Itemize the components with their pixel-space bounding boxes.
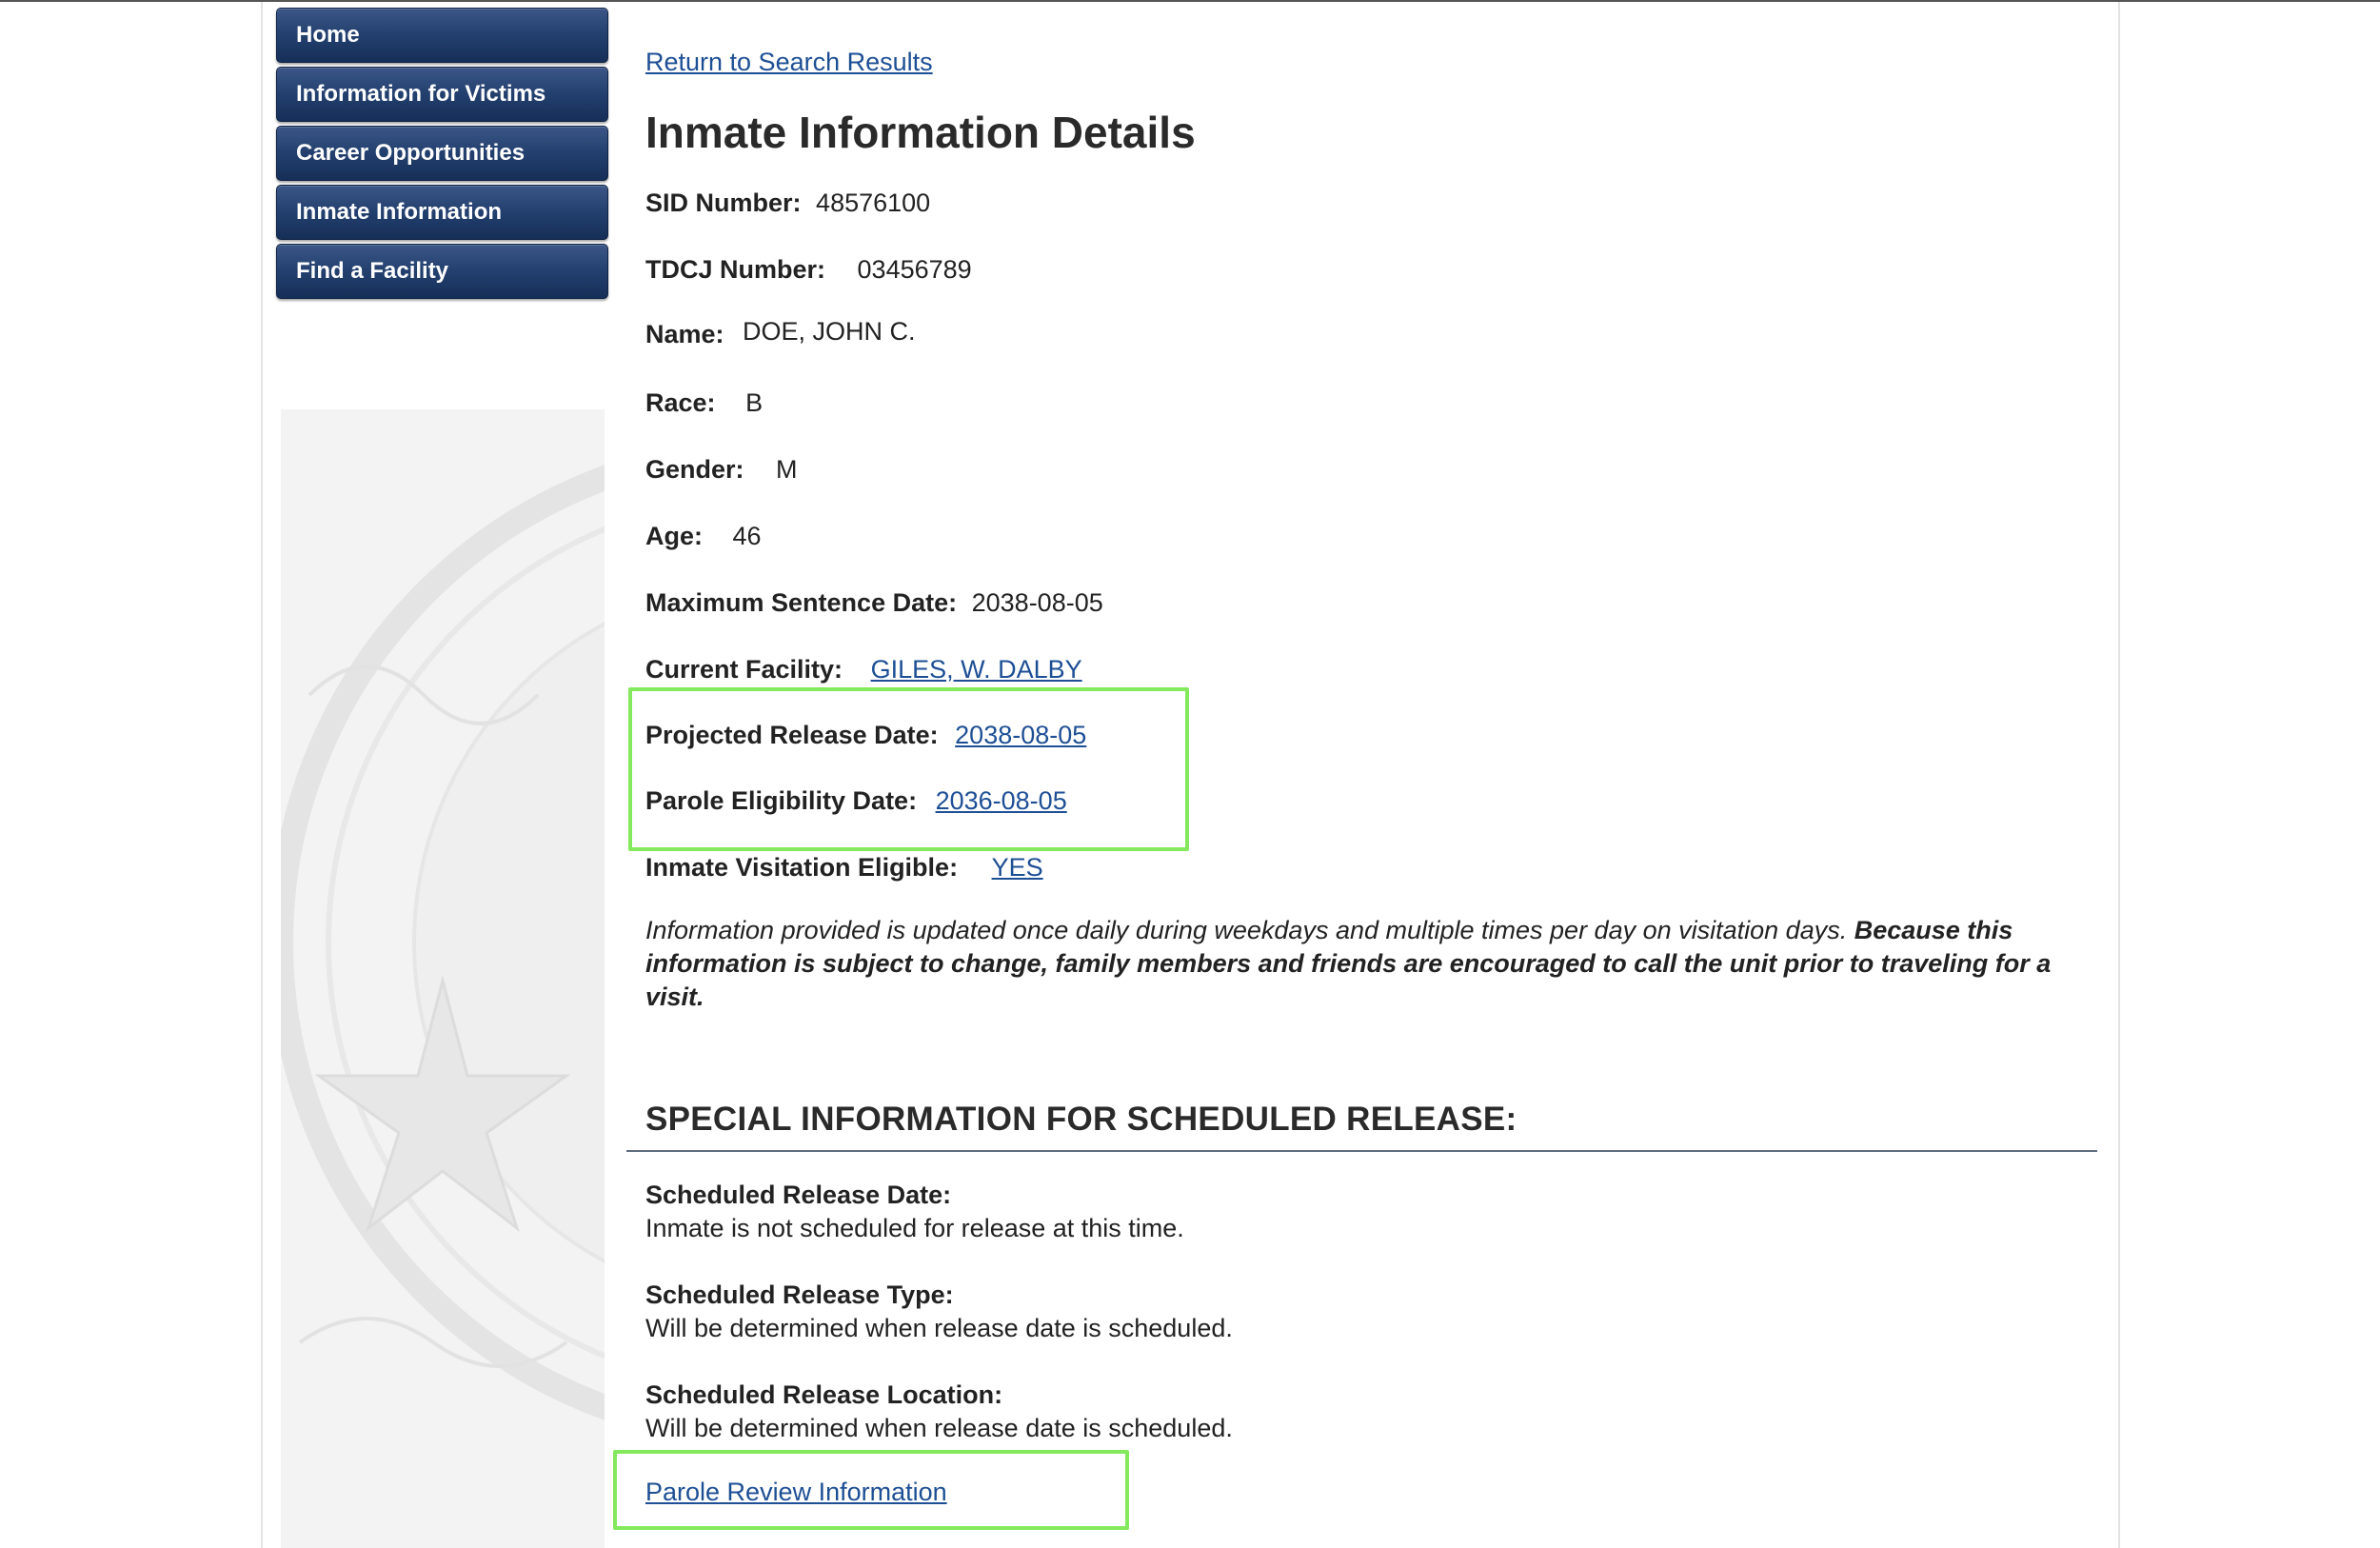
current-facility-label: Current Facility:: [645, 655, 843, 684]
field-current-facility: Current Facility: GILES, W. DALBY: [645, 655, 1082, 685]
field-visitation-eligible: Inmate Visitation Eligible: YES: [645, 853, 1043, 883]
scheduled-release-type-value: Will be determined when release date is …: [645, 1314, 1233, 1342]
current-facility-link[interactable]: GILES, W. DALBY: [871, 655, 1082, 684]
age-label: Age:: [645, 522, 703, 550]
sidebar-nav: Home Information for Victims Career Oppo…: [276, 8, 609, 303]
scheduled-release-location: Scheduled Release Location: Will be dete…: [645, 1379, 1233, 1445]
gender-label: Gender:: [645, 455, 744, 484]
scheduled-release-type-label: Scheduled Release Type:: [645, 1280, 954, 1309]
field-gender: Gender: M: [645, 455, 798, 485]
scheduled-release-date-value: Inmate is not scheduled for release at t…: [645, 1214, 1184, 1242]
seal-icon: [281, 465, 605, 1420]
scheduled-release-location-label: Scheduled Release Location:: [645, 1380, 1003, 1409]
tdcj-value: 03456789: [857, 255, 972, 284]
field-tdcj: TDCJ Number: 03456789: [645, 255, 972, 285]
field-max-sentence: Maximum Sentence Date: 2038-08-05: [645, 588, 1103, 618]
max-sentence-value: 2038-08-05: [971, 588, 1103, 617]
sid-label: SID Number:: [645, 189, 802, 217]
field-race: Race: B: [645, 388, 763, 418]
special-info-heading: SPECIAL INFORMATION FOR SCHEDULED RELEAS…: [645, 1101, 1517, 1138]
page-frame-left: [261, 2, 263, 1548]
sidebar-item-find-a-facility[interactable]: Find a Facility: [276, 244, 608, 299]
scheduled-release-location-value: Will be determined when release date is …: [645, 1414, 1233, 1442]
page-frame-right: [2118, 2, 2120, 1548]
section-divider: [626, 1150, 2097, 1152]
tdcj-label: TDCJ Number:: [645, 255, 826, 284]
visitation-eligible-link[interactable]: YES: [992, 853, 1043, 882]
race-label: Race:: [645, 388, 716, 417]
scheduled-release-date-label: Scheduled Release Date:: [645, 1181, 952, 1209]
age-value: 46: [732, 522, 762, 550]
race-value: B: [745, 388, 764, 417]
name-value: DOE, JOHN C.: [743, 317, 916, 346]
scheduled-release-type: Scheduled Release Type: Will be determin…: [645, 1279, 1233, 1345]
field-sid: SID Number: 48576100: [645, 189, 930, 218]
max-sentence-label: Maximum Sentence Date:: [645, 588, 958, 617]
return-to-search-link[interactable]: Return to Search Results: [645, 48, 933, 77]
top-border: [0, 0, 2380, 2]
update-notice: Information provided is updated once dai…: [645, 914, 2073, 1014]
scheduled-release-date: Scheduled Release Date: Inmate is not sc…: [645, 1179, 1184, 1245]
seal-watermark: [281, 409, 605, 1548]
update-notice-text: Information provided is updated once dai…: [645, 916, 1848, 944]
page-title: Inmate Information Details: [645, 108, 1196, 157]
sidebar-item-information-for-victims[interactable]: Information for Victims: [276, 67, 608, 122]
gender-value: M: [776, 455, 798, 484]
sidebar-item-home[interactable]: Home: [276, 8, 608, 63]
sidebar-item-inmate-information[interactable]: Inmate Information: [276, 185, 608, 240]
highlight-box-release-dates: [628, 687, 1189, 851]
highlight-box-parole-link: [613, 1450, 1129, 1530]
name-label: Name:: [645, 320, 724, 348]
visitation-eligible-label: Inmate Visitation Eligible:: [645, 853, 959, 882]
field-age: Age: 46: [645, 522, 762, 551]
field-name: Name: DOE, JOHN C.: [645, 317, 916, 349]
sidebar-item-career-opportunities[interactable]: Career Opportunities: [276, 126, 608, 181]
sid-value: 48576100: [816, 189, 931, 217]
